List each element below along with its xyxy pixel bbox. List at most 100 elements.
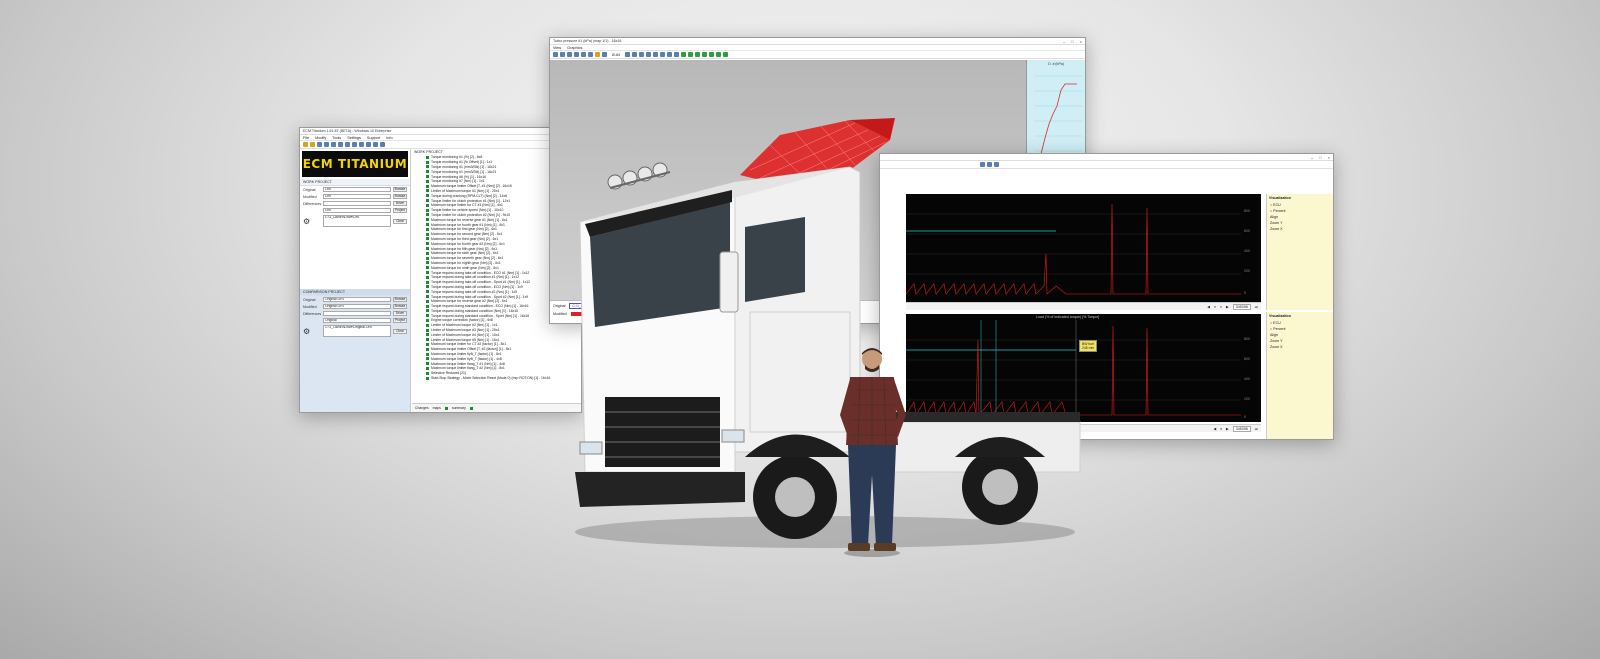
list-icon[interactable] [681,52,686,57]
menu-file[interactable]: File [303,136,309,140]
comp-project-button[interactable]: Project [393,318,407,323]
map-list-item-label: Maximum torque for fifth gear (Nm) [2] -… [431,246,497,251]
folder-icon[interactable] [310,142,315,147]
map-status-icon [426,271,429,275]
project-button[interactable]: Project [393,208,407,213]
graph-icon[interactable] [366,142,371,147]
menu-settings[interactable]: Settings [347,136,361,140]
end-icon-2[interactable]: ⏭ [1255,427,1258,431]
zoom-out-icon[interactable] [632,52,637,57]
plus-3-icon[interactable] [716,52,721,57]
plus-icon[interactable] [702,52,707,57]
next-icon-2[interactable]: ▶ [1226,427,1229,431]
map-list-item-label: Maximum torque limiter flyB_T (factor) [… [431,352,502,357]
table-icon[interactable] [359,142,364,147]
plus-2-icon[interactable] [709,52,714,57]
viz-bottom-zoom-x[interactable]: Zoom X [1267,344,1333,350]
rotate-right-icon[interactable] [646,52,651,57]
ori-field[interactable]: ORI [323,208,391,213]
viz-top-zoom-x[interactable]: Zoom X [1267,226,1333,232]
columns-icon[interactable] [688,52,693,57]
browse-modified-button[interactable]: Browse [393,194,407,199]
document-icon[interactable] [331,142,336,147]
map-list-item-label: Torque monitoring #7 (Nm) [1] - 1x1 [431,179,485,184]
original-field[interactable]: ORI [323,187,391,192]
position-readout[interactable]: 345398 [1232,303,1251,310]
menu-modify[interactable]: Modify [315,136,326,140]
prev-icon-2[interactable]: ◀ [1213,427,1216,431]
info-icon[interactable] [380,142,385,147]
map-list-item-label: Torque request during standard condition… [431,308,519,313]
home-icon[interactable] [553,52,558,57]
table-icon[interactable] [574,52,579,57]
comp-differences-field[interactable] [323,311,391,316]
pause-icon[interactable]: ⏸ [1214,305,1216,309]
comp-path-field[interactable]: C:\1_Lavoro\Drive\Original.ORI [323,325,391,337]
map-icon[interactable] [352,142,357,147]
comp-modified-label: Modified [303,304,317,309]
undo-icon[interactable] [653,52,658,57]
paste-icon[interactable] [567,52,572,57]
map-status-icon [426,232,429,236]
menu-info[interactable]: Info [386,136,392,140]
rows-icon[interactable] [695,52,700,57]
axis-icon[interactable] [667,52,672,57]
visualization-panel-bottom: Visualization ○ ECU ○ Percent Align Zoom… [1266,312,1333,439]
comp-original-field[interactable]: Original.ORI [323,297,391,302]
status-maps[interactable]: maps [433,406,441,410]
comp-clear-button[interactable]: Clear [393,328,407,334]
print-icon[interactable] [324,142,329,147]
menu-tools[interactable]: Tools [332,136,341,140]
end-icon[interactable]: ⏭ [1255,305,1258,309]
save-icon[interactable] [317,142,322,147]
viz-bottom-opt-percent-label: Percent [1273,327,1286,331]
comp-browse-modified-button[interactable]: Browse [393,304,407,309]
chart-icon[interactable] [588,52,593,57]
map-list-item-label: Torque monitoring #1 (%) [2] - 6x8 [431,155,483,160]
record-icon[interactable]: ● [1220,305,1222,309]
settings-icon[interactable] [373,142,378,147]
minimize-icon[interactable]: – [1311,155,1313,160]
pause-icon-2[interactable]: ⏸ [1220,427,1222,431]
open-folder-icon[interactable] [303,142,308,147]
clear-button[interactable]: Clear [393,218,407,224]
status-summary[interactable]: summary [452,406,466,410]
next-icon[interactable]: ▶ [1226,305,1229,309]
close-icon[interactable]: × [1328,155,1330,160]
compare-icon[interactable] [338,142,343,147]
rotate-left-icon[interactable] [639,52,644,57]
pencil-icon[interactable] [595,52,600,57]
menu-support[interactable]: Support [367,136,380,140]
path-field[interactable]: C:\1_Lavoro\Drive\ORI [323,215,391,227]
minimize-icon[interactable]: – [1063,39,1065,44]
status-bar: Changes maps summary [412,403,581,412]
zoom-in-icon[interactable] [625,52,630,57]
close-icon[interactable]: × [1080,39,1082,44]
comp-driver-button[interactable]: Driver [393,311,407,316]
maximize-icon[interactable]: □ [1319,155,1321,160]
driver-button[interactable]: Driver [393,201,407,206]
move-icon[interactable] [723,52,728,57]
comp-modified-field[interactable]: Original.ORI [323,304,391,309]
zoom-readout[interactable]: Ø-84 [612,53,620,57]
color-icon[interactable] [602,52,607,57]
browse-original-button[interactable]: Browse [393,187,407,192]
menu-view[interactable]: View [553,46,561,50]
prev-icon[interactable]: ◀ [1207,305,1210,309]
comp-ori-field[interactable]: Original [323,318,391,323]
modified-field[interactable]: ORI [323,194,391,199]
person-image [840,348,906,557]
grid-icon[interactable] [674,52,679,57]
redo-icon[interactable] [660,52,665,57]
position-readout-2[interactable]: 345398 [1232,425,1251,432]
checksum-icon[interactable] [345,142,350,147]
graph-icon[interactable] [581,52,586,57]
maximize-icon[interactable]: □ [1071,39,1073,44]
map-list-item[interactable]: Start-Stop Strategy - Mode Selection Res… [412,376,581,381]
differences-field[interactable] [323,201,391,206]
map-list-item-label: Torque request during take-off condition… [431,275,519,280]
comp-browse-original-button[interactable]: Browse [393,297,407,302]
menu-graphics[interactable]: Graphics [567,46,582,50]
copy-icon[interactable] [560,52,565,57]
map-list-item-label: Maximum torque for fourth gear #2 (Nm) [… [431,241,505,246]
